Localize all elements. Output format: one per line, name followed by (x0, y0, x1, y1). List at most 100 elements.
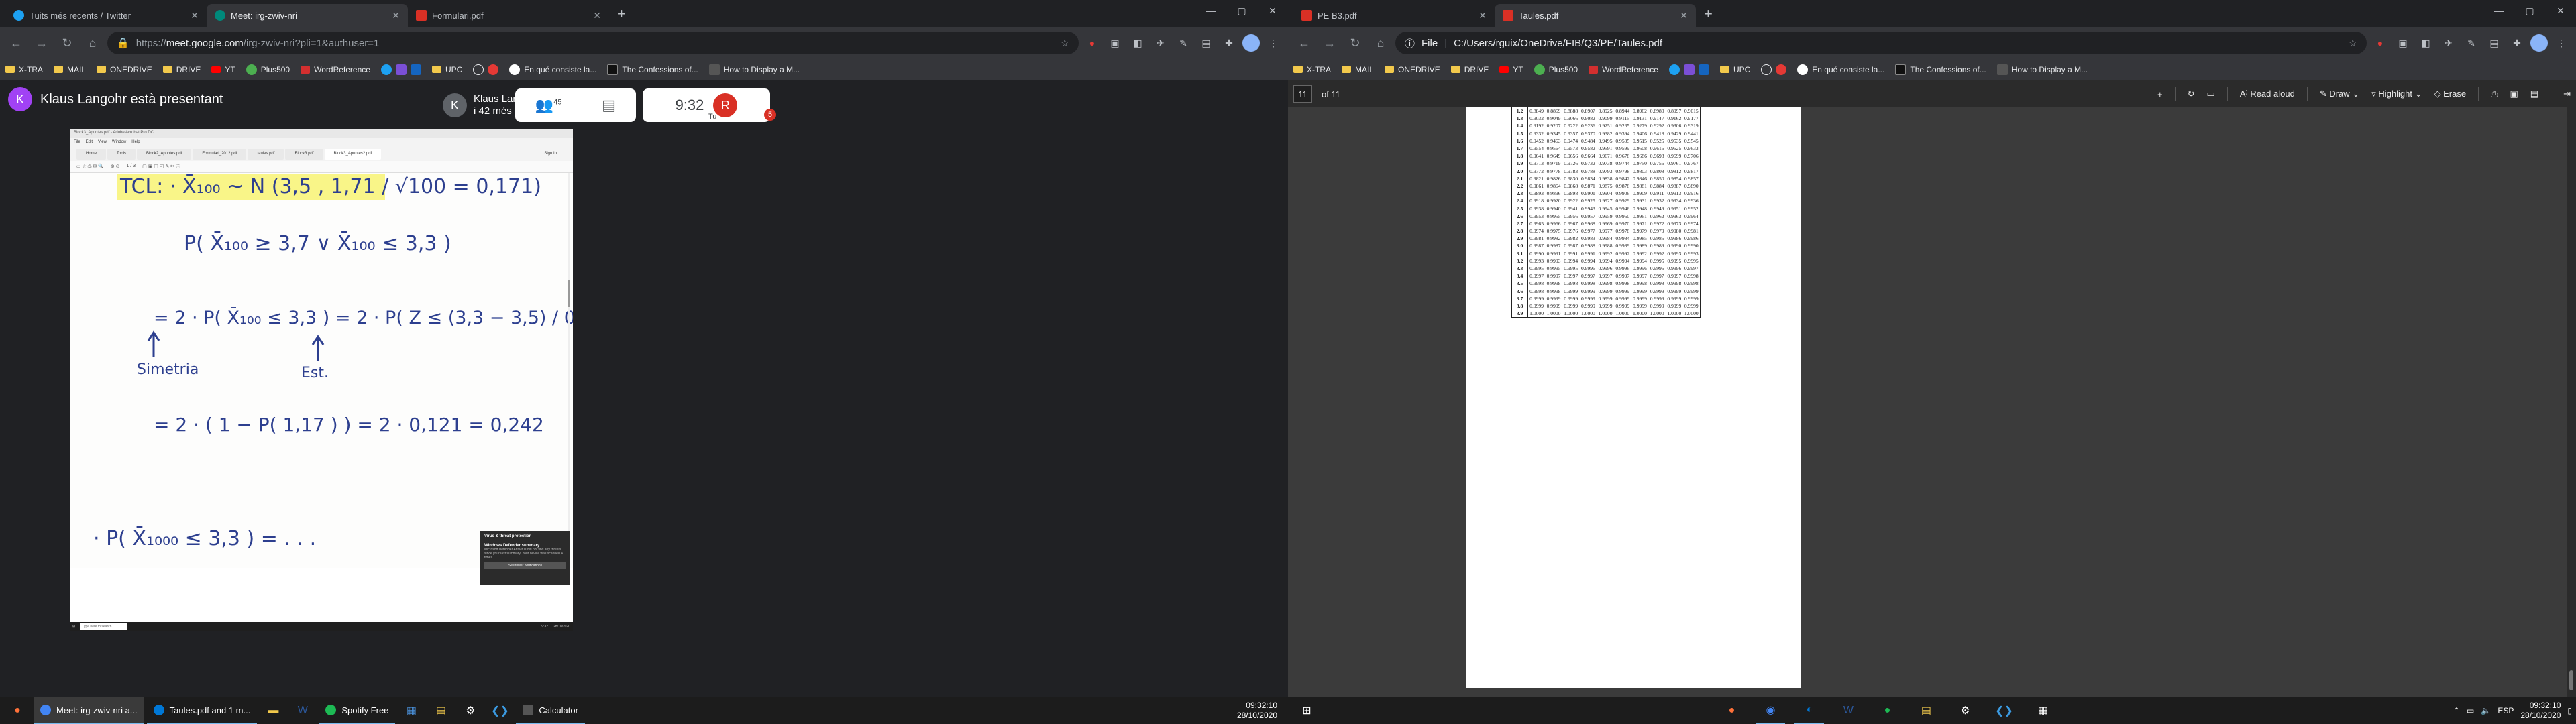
bookmark-wordreference[interactable]: WordReference (1589, 65, 1658, 74)
taskbar-app-spotify[interactable]: Spotify Free (319, 697, 396, 724)
tab-twitter[interactable]: Tuits més recents / Twitter ✕ (5, 4, 207, 27)
forward-icon[interactable]: → (1319, 32, 1340, 54)
network-icon[interactable]: ▭ (2467, 706, 2474, 715)
profile-avatar[interactable] (2530, 34, 2548, 52)
taskbar-clock[interactable]: 09:32:10 28/10/2020 (1237, 701, 1284, 721)
close-window-icon[interactable]: ✕ (1257, 0, 1288, 21)
bookmark-folder[interactable]: X-TRA (1293, 65, 1331, 74)
extension-icon[interactable]: ▤ (1197, 34, 1216, 52)
extension-icon[interactable]: ▣ (1106, 34, 1124, 52)
close-icon[interactable]: ✕ (1680, 10, 1688, 21)
bookmark-link[interactable]: En qué consiste la... (1797, 64, 1884, 75)
zoom-out-icon[interactable]: — (2137, 89, 2145, 99)
puzzle-icon[interactable]: ✚ (1220, 34, 1238, 52)
bookmark-link[interactable]: The Confessions of... (607, 64, 698, 75)
bookmark-folder[interactable]: DRIVE (1450, 65, 1489, 74)
extension-icon[interactable]: ✈ (1151, 34, 1170, 52)
read-aloud-button[interactable]: A⁾ Read aloud (2240, 88, 2295, 99)
bookmark-link[interactable]: The Confessions of... (1895, 64, 1986, 75)
page-number-input[interactable]: 11 (1293, 85, 1312, 103)
print-icon[interactable]: ⎙ (2491, 88, 2498, 99)
home-icon[interactable]: ⌂ (82, 32, 103, 54)
maximize-icon[interactable]: ▢ (2514, 0, 2545, 21)
calculator-icon[interactable]: ▦ (2028, 697, 2057, 724)
extension-icon[interactable]: ◧ (2416, 34, 2435, 52)
notification-icon[interactable]: ▯ (2567, 706, 2572, 715)
settings-icon[interactable]: ⚙ (1950, 697, 1980, 724)
rotate-icon[interactable]: ↻ (2188, 88, 2195, 99)
scrollbar-thumb[interactable] (2569, 670, 2573, 690)
taskbar-clock[interactable]: 09:32:10 28/10/2020 (2520, 701, 2561, 721)
address-bar[interactable]: ⓘ File | C:/Users/rguix/OneDrive/FIB/Q3/… (1395, 32, 2367, 54)
chrome-icon[interactable]: ◉ (1756, 697, 1786, 724)
extension-icon[interactable]: ◧ (1128, 34, 1147, 52)
extension-icon[interactable]: ● (1083, 34, 1102, 52)
bookmark-extensions[interactable] (380, 64, 421, 75)
word-icon[interactable]: W (1833, 697, 1863, 724)
chat-icon[interactable]: ▤ (602, 97, 616, 114)
taskbar-app-taules[interactable]: Taules.pdf and 1 m... (146, 697, 258, 724)
bookmark-link[interactable]: How to Display a M... (708, 64, 800, 75)
bookmark-folder[interactable]: UPC (431, 65, 462, 74)
extension-icon[interactable]: ▤ (2485, 34, 2504, 52)
bookmark-youtube[interactable]: YT (211, 65, 235, 74)
close-icon[interactable]: ✕ (392, 10, 400, 21)
close-window-icon[interactable]: ✕ (2545, 0, 2576, 21)
vscode-icon[interactable]: ❮❯ (486, 697, 513, 724)
settings-icon[interactable]: ⚙ (457, 697, 484, 724)
firefox-icon[interactable]: ● (1717, 697, 1746, 724)
save-icon[interactable]: ▣ (2510, 88, 2518, 99)
minimize-icon[interactable]: — (1195, 0, 1226, 21)
windows-start-icon[interactable]: ⊞ (1292, 697, 1322, 724)
bookmark-plus500[interactable]: Plus500 (1534, 64, 1578, 75)
extension-icon[interactable]: ✎ (1174, 34, 1193, 52)
extension-icon[interactable]: ✈ (2439, 34, 2458, 52)
save-as-icon[interactable]: ▤ (2530, 88, 2538, 99)
notes-icon[interactable]: ▤ (427, 697, 454, 724)
self-avatar[interactable]: R (713, 93, 738, 117)
minimize-icon[interactable]: — (2483, 0, 2514, 21)
erase-button[interactable]: ◇ Erase (2434, 88, 2467, 99)
volume-icon[interactable]: 🔈 (2481, 706, 2491, 715)
star-icon[interactable]: ☆ (2349, 37, 2357, 49)
address-bar[interactable]: 🔒 https://meet.google.com/irg-zwiv-nri?p… (107, 32, 1079, 54)
close-icon[interactable]: ✕ (1479, 10, 1487, 21)
bookmark-extensions[interactable] (1668, 64, 1709, 75)
menu-icon[interactable]: ⋮ (1264, 34, 1283, 52)
puzzle-icon[interactable]: ✚ (2508, 34, 2526, 52)
close-icon[interactable]: ✕ (593, 10, 601, 21)
profile-avatar[interactable] (1242, 34, 1260, 52)
bookmark-folder[interactable]: ONEDRIVE (1385, 65, 1440, 74)
tab-meet[interactable]: Meet: irg-zwiv-nri ✕ (207, 4, 408, 27)
word-icon[interactable]: W (289, 697, 316, 724)
tab-formulari[interactable]: Formulari.pdf ✕ (408, 4, 609, 27)
firefox-icon[interactable]: ● (4, 697, 31, 724)
notes-icon[interactable]: ▤ (1911, 697, 1941, 724)
edge-icon[interactable]: ◐ (1794, 697, 1825, 724)
extension-icon[interactable]: ▣ (2394, 34, 2412, 52)
forward-icon[interactable]: → (31, 32, 52, 54)
app-icon[interactable]: ▦ (398, 697, 425, 724)
home-icon[interactable]: ⌂ (1370, 32, 1391, 54)
close-icon[interactable]: ✕ (191, 10, 199, 21)
language-indicator[interactable]: ESP (2498, 706, 2514, 715)
bookmark-folder[interactable]: X-TRA (5, 65, 43, 74)
bookmark-link[interactable]: En qué consiste la... (509, 64, 596, 75)
tab-taules[interactable]: Taules.pdf ✕ (1495, 4, 1696, 27)
draw-button[interactable]: ✎ Draw ⌄ (2320, 88, 2359, 99)
highlight-button[interactable]: ▿ Highlight ⌄ (2371, 88, 2422, 99)
back-icon[interactable]: ← (1293, 32, 1315, 54)
bookmark-folder[interactable]: UPC (1719, 65, 1750, 74)
file-explorer-icon[interactable]: ▬ (260, 697, 286, 724)
back-icon[interactable]: ← (5, 32, 27, 54)
bookmark-folder[interactable]: MAIL (1342, 65, 1374, 74)
bookmark-link[interactable] (473, 64, 499, 75)
vscode-icon[interactable]: ❮❯ (1989, 697, 2019, 724)
bookmark-youtube[interactable]: YT (1499, 65, 1523, 74)
reload-icon[interactable]: ↻ (1344, 32, 1366, 54)
new-tab-button[interactable]: + (1696, 5, 1721, 27)
bookmark-folder[interactable]: ONEDRIVE (97, 65, 152, 74)
fit-page-icon[interactable]: ▭ (2207, 88, 2215, 99)
taskbar-app-meet[interactable]: Meet: irg-zwiv-nri a... (34, 697, 144, 724)
star-icon[interactable]: ☆ (1061, 37, 1069, 49)
